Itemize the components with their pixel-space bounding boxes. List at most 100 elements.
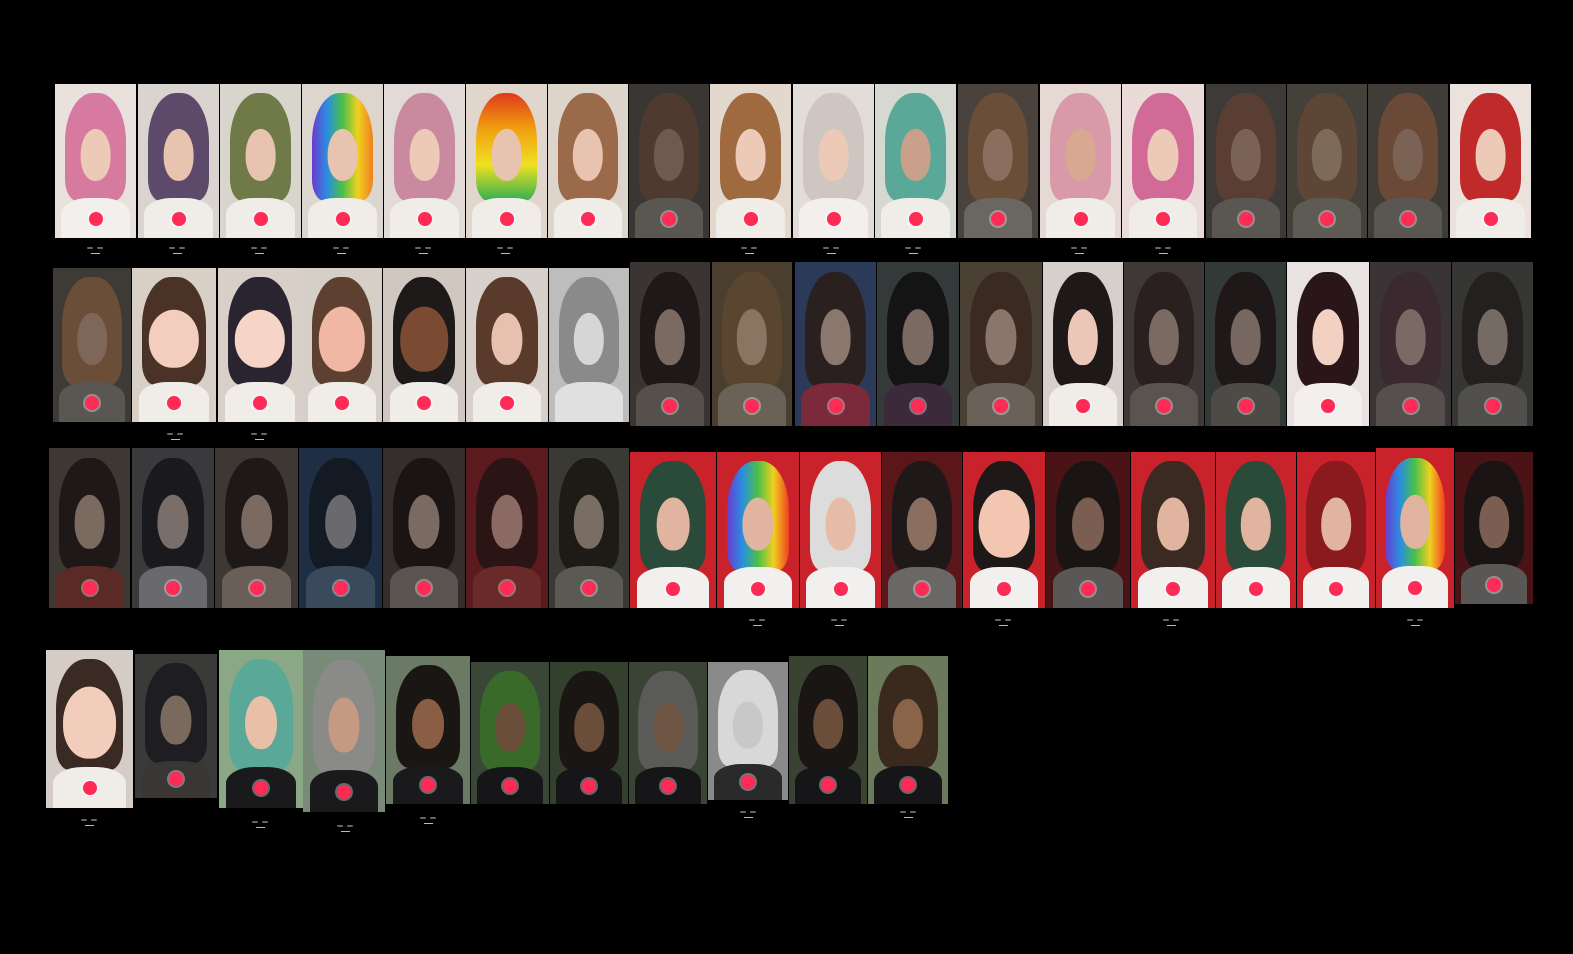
record-button[interactable] [1156, 211, 1170, 226]
phone-screen[interactable] [466, 448, 548, 608]
phone-screen[interactable] [960, 262, 1042, 426]
mode-tabs[interactable] [160, 428, 190, 440]
phone-screen[interactable] [868, 656, 948, 804]
phone-screen[interactable] [1455, 452, 1533, 604]
mode-tabs[interactable] [1064, 242, 1094, 254]
record-button[interactable] [908, 211, 923, 226]
phone-screen[interactable] [132, 448, 214, 608]
mode-tabs[interactable] [734, 242, 764, 254]
phone-screen[interactable] [138, 84, 219, 238]
phone-screen[interactable] [218, 268, 302, 422]
phone-screen[interactable] [1216, 452, 1296, 608]
record-button[interactable] [828, 398, 843, 413]
record-button[interactable] [169, 772, 183, 787]
phone-screen[interactable] [1122, 84, 1204, 238]
phone-screen[interactable] [963, 452, 1045, 608]
mode-tabs[interactable] [326, 242, 356, 254]
record-button[interactable] [901, 778, 915, 793]
record-button[interactable] [581, 211, 595, 226]
record-button[interactable] [500, 581, 514, 596]
phone-screen[interactable] [795, 262, 876, 426]
phone-screen[interactable] [549, 268, 629, 422]
mode-tabs[interactable] [162, 242, 192, 254]
record-button[interactable] [666, 581, 680, 596]
record-button[interactable] [826, 211, 841, 226]
phone-screen[interactable] [46, 650, 133, 808]
mode-tabs[interactable] [244, 242, 274, 254]
record-button[interactable] [1249, 581, 1263, 596]
record-button[interactable] [745, 398, 759, 413]
record-button[interactable] [1166, 581, 1180, 596]
phone-screen[interactable] [299, 448, 382, 608]
record-button[interactable] [833, 581, 848, 596]
phone-screen[interactable] [629, 84, 709, 238]
mode-tabs[interactable] [893, 806, 923, 818]
phone-screen[interactable] [1368, 84, 1448, 238]
record-button[interactable] [500, 395, 514, 410]
record-button[interactable] [333, 581, 348, 596]
record-button[interactable] [1321, 398, 1335, 413]
phone-screen[interactable] [800, 452, 881, 608]
phone-screen[interactable] [549, 448, 629, 608]
mode-tabs[interactable] [74, 814, 104, 826]
record-button[interactable] [743, 211, 758, 226]
phone-screen[interactable] [386, 656, 470, 804]
record-button[interactable] [1487, 577, 1501, 592]
record-button[interactable] [82, 581, 97, 596]
record-button[interactable] [167, 395, 181, 410]
mode-tabs[interactable] [80, 242, 110, 254]
record-button[interactable] [85, 395, 99, 410]
record-button[interactable] [991, 211, 1005, 226]
phone-screen[interactable] [135, 654, 217, 798]
phone-screen[interactable] [1452, 262, 1533, 426]
phone-screen[interactable] [55, 84, 136, 238]
phone-screen[interactable] [303, 650, 385, 812]
mode-tabs[interactable] [244, 428, 274, 440]
mode-tabs[interactable] [330, 820, 360, 832]
mode-tabs[interactable] [816, 242, 846, 254]
record-button[interactable] [1483, 211, 1498, 226]
phone-screen[interactable] [717, 452, 799, 608]
phone-screen[interactable] [1205, 262, 1286, 426]
record-button[interactable] [821, 778, 835, 793]
record-button[interactable] [417, 581, 431, 596]
record-button[interactable] [253, 395, 267, 410]
record-button[interactable] [994, 398, 1008, 413]
phone-screen[interactable] [708, 662, 788, 800]
mode-tabs[interactable] [413, 812, 443, 824]
record-button[interactable] [88, 211, 103, 226]
phone-screen[interactable] [1297, 452, 1375, 608]
phone-screen[interactable] [1287, 262, 1369, 426]
record-button[interactable] [741, 774, 755, 789]
mode-tabs[interactable] [1148, 242, 1178, 254]
mode-tabs[interactable] [824, 614, 854, 626]
phone-screen[interactable] [958, 84, 1038, 238]
phone-screen[interactable] [384, 84, 465, 238]
phone-screen[interactable] [1043, 262, 1123, 426]
phone-screen[interactable] [383, 268, 465, 422]
phone-screen[interactable] [1287, 84, 1367, 238]
phone-screen[interactable] [789, 656, 867, 804]
phone-screen[interactable] [712, 262, 792, 426]
mode-tabs[interactable] [988, 614, 1018, 626]
phone-screen[interactable] [302, 84, 383, 238]
mode-tabs[interactable] [490, 242, 520, 254]
mode-tabs[interactable] [245, 816, 275, 828]
record-button[interactable] [1081, 581, 1095, 596]
phone-screen[interactable] [629, 662, 707, 804]
phone-screen[interactable] [1046, 452, 1130, 608]
mode-tabs[interactable] [742, 614, 772, 626]
record-button[interactable] [503, 778, 517, 793]
record-button[interactable] [417, 211, 432, 226]
record-button[interactable] [911, 398, 925, 413]
phone-screen[interactable] [383, 448, 465, 608]
phone-screen[interactable] [1131, 452, 1215, 608]
phone-screen[interactable] [1376, 448, 1454, 608]
phone-screen[interactable] [466, 268, 548, 422]
record-button[interactable] [1073, 211, 1088, 226]
phone-screen[interactable] [710, 84, 791, 238]
record-button[interactable] [166, 581, 180, 596]
record-button[interactable] [249, 581, 264, 596]
record-button[interactable] [1320, 211, 1334, 226]
phone-screen[interactable] [548, 84, 628, 238]
